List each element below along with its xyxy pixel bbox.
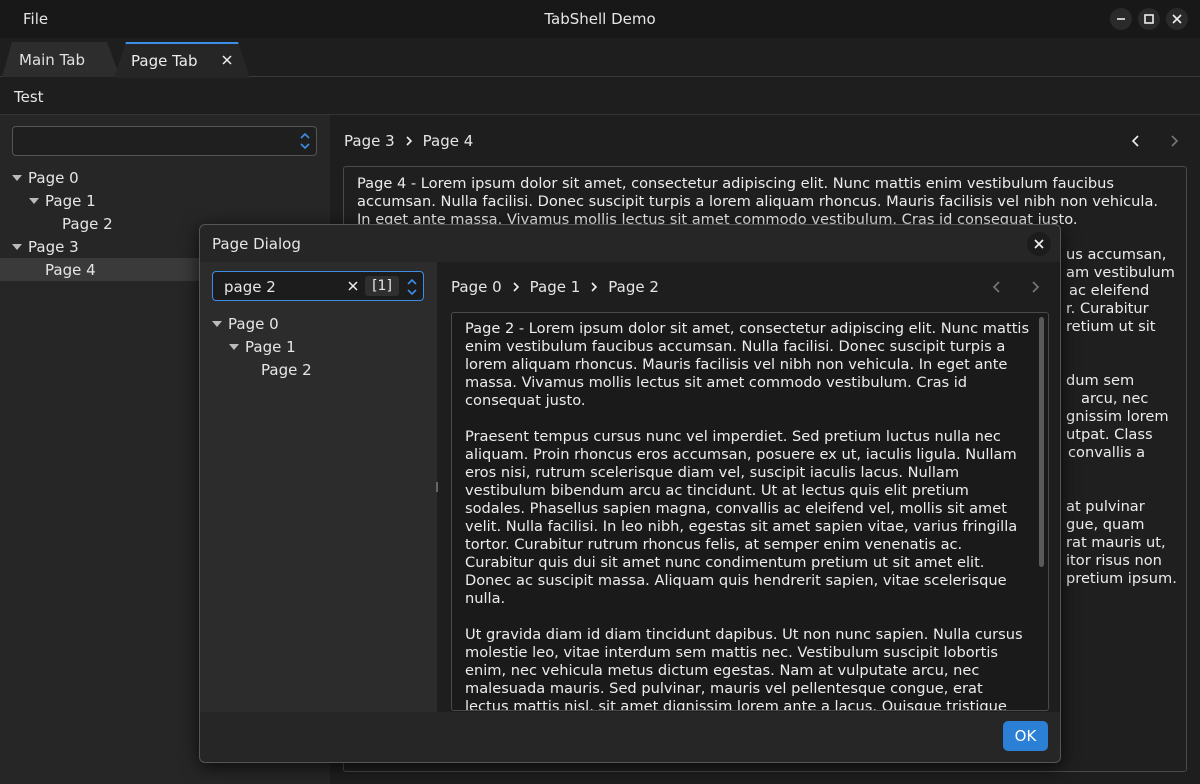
content-fragment: retium ut sit — [1066, 318, 1156, 335]
dialog-close-button[interactable] — [1027, 232, 1051, 256]
dialog-page-text: Page 2 - Lorem ipsum dolor sit amet, con… — [465, 320, 1030, 711]
maximize-button[interactable] — [1138, 8, 1160, 30]
expand-triangle-icon[interactable] — [229, 343, 239, 350]
content-fragment: convallis a — [1068, 444, 1146, 461]
page-combo[interactable] — [12, 126, 317, 156]
search-match-count: [1] — [365, 276, 399, 296]
chevron-right-icon — [591, 282, 598, 292]
dialog-tree-item-page-2[interactable]: Page 2 — [261, 361, 312, 379]
close-window-button[interactable] — [1166, 8, 1188, 30]
dialog-page-content: Page 2 - Lorem ipsum dolor sit amet, con… — [451, 312, 1049, 711]
tab-strip: Main Tab Page Tab — [0, 38, 1200, 78]
tree-item-label: Page 3 — [28, 238, 79, 256]
tree-item-label: Page 1 — [245, 338, 296, 356]
tree-item-label: Page 0 — [228, 315, 279, 333]
tab-main[interactable]: Main Tab — [2, 42, 120, 77]
breadcrumb-item[interactable]: Page 0 — [451, 278, 502, 296]
back-icon[interactable] — [991, 280, 1003, 294]
search-nav-arrows-icon[interactable] — [405, 276, 419, 298]
content-fragment: utpat. Class — [1066, 426, 1153, 443]
tab-page[interactable]: Page Tab — [114, 42, 250, 78]
page-content-text: Page 4 - Lorem ipsum dolor sit amet, con… — [357, 175, 1159, 228]
tree-item-label: Page 4 — [45, 261, 96, 279]
back-icon[interactable] — [1130, 134, 1142, 148]
maximize-icon — [1144, 14, 1154, 24]
content-fragment: rat mauris ut, — [1066, 534, 1166, 551]
chevron-right-icon — [513, 282, 519, 292]
page-dialog: Page Dialog page 2 [1] Page 0 Page 1 Pag… — [199, 224, 1061, 763]
close-icon — [1172, 14, 1182, 24]
tree-item-page-0[interactable]: Page 0 — [12, 169, 79, 187]
breadcrumb-item[interactable]: Page 4 — [423, 132, 474, 150]
tree-item-label: Page 0 — [28, 169, 79, 187]
expand-triangle-icon[interactable] — [12, 243, 22, 250]
chevron-right-icon — [406, 136, 412, 146]
content-fragment: ac eleifend — [1069, 282, 1150, 299]
content-fragment: gnissim lorem — [1066, 408, 1169, 425]
minimize-icon — [1117, 18, 1125, 20]
tab-close-icon[interactable] — [220, 53, 234, 67]
tab-main-label: Main Tab — [19, 50, 85, 69]
tree-item-label: Page 2 — [261, 361, 312, 379]
forward-icon[interactable] — [1029, 280, 1041, 294]
ok-button[interactable]: OK — [1003, 721, 1048, 751]
content-fragment: gue, quam — [1066, 516, 1145, 533]
tree-item-page-2[interactable]: Page 2 — [62, 215, 113, 233]
scrollbar[interactable] — [1039, 317, 1044, 567]
paragraph: Praesent tempus cursus nunc vel imperdie… — [465, 428, 1018, 607]
tree-item-label: Page 1 — [45, 192, 96, 210]
content-fragment: itor risus non — [1066, 552, 1162, 569]
breadcrumb-item[interactable]: Page 1 — [530, 278, 581, 296]
paragraph: Page 2 - Lorem ipsum dolor sit amet, con… — [465, 320, 1030, 409]
close-icon — [1034, 239, 1044, 249]
content-fragment: pretium ipsum. — [1066, 570, 1177, 587]
breadcrumb: Page 3 Page 4 — [344, 132, 473, 150]
content-fragment: at pulvinar — [1066, 498, 1145, 515]
expand-triangle-icon[interactable] — [29, 197, 39, 204]
content-fragment: am vestibulum — [1066, 264, 1175, 281]
breadcrumb-item[interactable]: Page 3 — [344, 132, 395, 150]
tree-item-page-3[interactable]: Page 3 — [12, 238, 79, 256]
tree-item-page-1[interactable]: Page 1 — [29, 192, 96, 210]
expand-triangle-icon[interactable] — [212, 320, 222, 327]
forward-icon[interactable] — [1168, 134, 1180, 148]
window-title: TabShell Demo — [544, 10, 656, 28]
paragraph: Ut gravida diam id diam tincidunt dapibu… — [465, 626, 1023, 711]
dialog-title: Page Dialog — [212, 235, 301, 253]
dialog-tree-item-page-0[interactable]: Page 0 — [212, 315, 279, 333]
dialog-tree-item-page-1[interactable]: Page 1 — [229, 338, 296, 356]
tree-item-label: Page 2 — [62, 215, 113, 233]
minimize-button[interactable] — [1110, 8, 1132, 30]
clear-icon[interactable] — [347, 280, 359, 292]
content-fragment: r. Curabitur — [1066, 300, 1149, 317]
search-value[interactable]: page 2 — [224, 278, 276, 296]
content-fragment: dum sem — [1066, 372, 1135, 389]
dialog-breadcrumb: Page 0 Page 1 Page 2 — [451, 278, 659, 296]
page-toolbar-label: Test — [14, 88, 44, 106]
tab-page-label: Page Tab — [131, 52, 198, 70]
spinner-arrows-icon[interactable] — [298, 130, 312, 152]
search-input[interactable]: page 2 [1] — [212, 271, 424, 301]
content-fragment: us accumsan, — [1066, 246, 1167, 263]
expand-triangle-icon[interactable] — [12, 174, 22, 181]
content-fragment: arcu, nec — [1081, 390, 1149, 407]
title-bar: File TabShell Demo — [0, 0, 1200, 38]
tree-item-page-4[interactable]: Page 4 — [45, 261, 96, 279]
breadcrumb-item[interactable]: Page 2 — [608, 278, 659, 296]
splitter-handle[interactable] — [436, 482, 438, 492]
